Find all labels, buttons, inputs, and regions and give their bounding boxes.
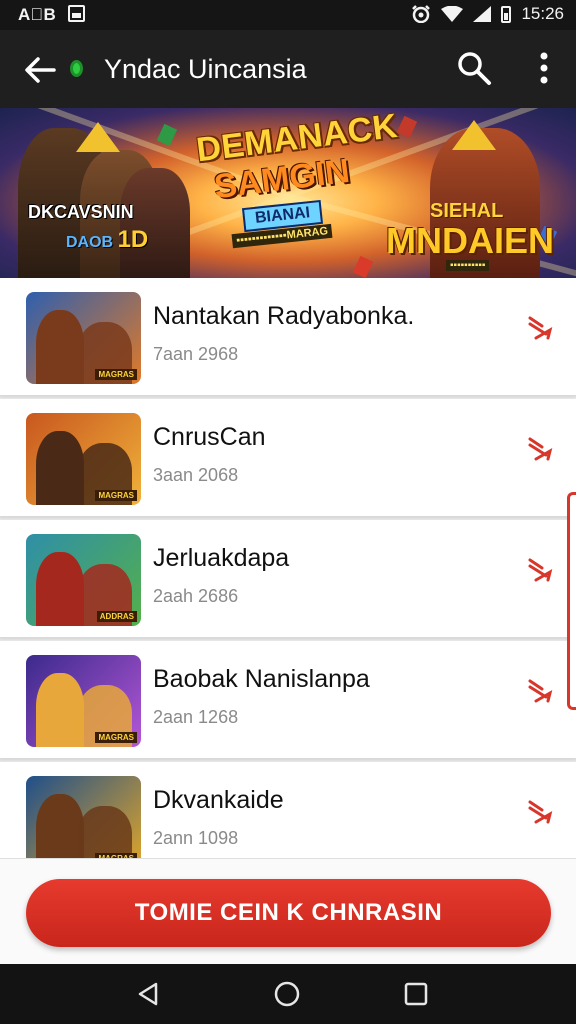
thumb-figure: [36, 310, 84, 384]
promo-banner[interactable]: DEMANACK SAMGIN BIANAI ▪▪▪▪▪▪▪▪▪▪▪▪▪MARA…: [0, 108, 576, 278]
back-arrow-icon[interactable]: [20, 50, 60, 90]
list-item[interactable]: MAGRAS Baobak Nanislanpa 2aan 1268: [0, 641, 576, 759]
thumb-caption: MAGRAS: [95, 732, 137, 743]
list-item[interactable]: MAGRAS Nantakan Radyabоnka. 7aan 2968: [0, 278, 576, 396]
banner-hero-back: [120, 168, 190, 278]
item-thumbnail: MAGRAS: [26, 776, 141, 858]
banner-left-title: DKCAVSNIN: [28, 202, 134, 222]
item-date: 2aan 1268: [153, 707, 239, 727]
more-options-icon[interactable]: [528, 50, 560, 86]
item-title: Nantakan Radyabоnka.: [153, 302, 415, 330]
item-date: 2aah 2686: [153, 586, 239, 606]
battery-icon: [501, 5, 512, 23]
banner-right-big: MNDAIEN: [386, 220, 554, 261]
bottom-action-area: TOMIE CEIN K CHNRASIN: [0, 858, 576, 964]
item-thumbnail: ADDRAS: [26, 534, 141, 626]
list-item[interactable]: MAGRAS Dkvankaide 2ann 1098: [0, 762, 576, 858]
item-date: 7aan 2968: [153, 344, 239, 364]
scrollbar[interactable]: [567, 492, 576, 710]
download-icon[interactable]: [526, 675, 556, 705]
thumb-figure: [36, 794, 84, 858]
list-item[interactable]: MAGRAS CnrusCan 3aan 2068: [0, 399, 576, 517]
crown-icon: [76, 122, 120, 152]
item-date: 3aan 2068: [153, 465, 239, 485]
banner-right-strip: ▪▪▪▪▪▪▪▪▪▪: [446, 260, 490, 271]
crown-icon: [452, 120, 496, 150]
nav-recents-icon[interactable]: [402, 980, 430, 1008]
item-title: Dkvankaide: [153, 786, 284, 814]
online-indicator-icon: [70, 60, 83, 77]
item-thumbnail: MAGRAS: [26, 655, 141, 747]
status-left-text: A⃝B: [18, 5, 57, 24]
video-list[interactable]: MAGRAS Nantakan Radyabоnka. 7aan 2968 MA…: [0, 278, 576, 858]
search-icon[interactable]: [456, 50, 492, 86]
download-icon[interactable]: [526, 796, 556, 826]
item-date: 2ann 1098: [153, 828, 239, 848]
banner-left-sub: DAOB 1D: [66, 226, 149, 253]
system-nav-bar: [0, 964, 576, 1024]
app-bar: Yndaс Uincansia: [0, 30, 576, 108]
thumb-figure: [36, 431, 84, 505]
item-thumbnail: MAGRAS: [26, 292, 141, 384]
status-bar: A⃝B 15:26: [0, 0, 576, 30]
item-title: Baobak Nanislanpa: [153, 665, 370, 693]
thumb-caption: MAGRAS: [95, 490, 137, 501]
thumb-figure: [36, 673, 84, 747]
thumb-caption: MAGRAS: [95, 369, 137, 380]
download-icon[interactable]: [526, 554, 556, 584]
thumb-figure: [36, 552, 84, 626]
download-icon[interactable]: [526, 312, 556, 342]
item-title: Jerluakdapa: [153, 544, 290, 572]
image-notification-icon: [68, 5, 85, 22]
download-icon[interactable]: [526, 433, 556, 463]
nav-home-icon[interactable]: [273, 980, 301, 1008]
page-title: Yndaс Uincansia: [104, 54, 307, 84]
thumb-caption: ADDRAS: [96, 611, 137, 622]
nav-back-icon[interactable]: [134, 980, 162, 1008]
signal-icon: [473, 6, 492, 22]
status-time: 15:26: [521, 4, 564, 23]
primary-action-button[interactable]: TOMIE CEIN K CHNRASIN: [26, 879, 551, 947]
item-thumbnail: MAGRAS: [26, 413, 141, 505]
thumb-figure: [78, 806, 132, 858]
item-title: CnrusCan: [153, 423, 266, 451]
list-item[interactable]: ADDRAS Jerluakdapa 2aah 2686: [0, 520, 576, 638]
wifi-icon: [441, 6, 464, 22]
alarm-icon: [412, 5, 431, 23]
